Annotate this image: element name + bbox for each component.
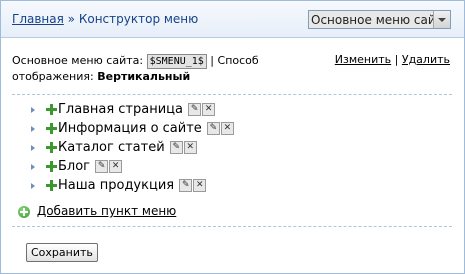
- menu-code: $SMENU_1$: [146, 54, 207, 69]
- menu-builder-panel: Главная » Конструктор меню Основное меню…: [0, 0, 465, 274]
- edit-icon[interactable]: ✎: [188, 103, 202, 116]
- add-child-icon[interactable]: [46, 104, 57, 115]
- actions-separator: |: [394, 53, 399, 66]
- panel-header: Главная » Конструктор меню Основное меню…: [1, 1, 464, 38]
- delete-icon[interactable]: ✕: [109, 160, 123, 173]
- breadcrumb-separator: »: [67, 12, 76, 26]
- divider-top: [12, 94, 452, 95]
- edit-icon[interactable]: ✎: [179, 179, 193, 192]
- tree-item-label[interactable]: Информация о сайте: [58, 121, 202, 136]
- info-separator: |: [210, 54, 215, 67]
- chevron-down-icon[interactable]: [433, 11, 450, 28]
- delete-icon[interactable]: ✕: [183, 141, 197, 154]
- menu-label: Основное меню сайта:: [12, 54, 144, 67]
- add-circle-icon[interactable]: [18, 205, 30, 218]
- edit-icon[interactable]: ✎: [206, 122, 220, 135]
- divider-bottom: [12, 226, 452, 227]
- expand-arrow-icon[interactable]: [31, 126, 35, 132]
- breadcrumb: Главная » Конструктор меню: [12, 12, 198, 26]
- breadcrumb-current: Конструктор меню: [78, 12, 199, 26]
- expand-arrow-icon[interactable]: [31, 183, 35, 189]
- expand-arrow-icon[interactable]: [31, 145, 35, 151]
- add-child-icon[interactable]: [46, 180, 57, 191]
- add-menu-item[interactable]: Добавить пункт меню: [18, 204, 176, 218]
- expand-arrow-icon[interactable]: [31, 107, 35, 113]
- menu-actions: Изменить | Удалить: [335, 53, 450, 66]
- save-button[interactable]: Сохранить: [26, 243, 98, 262]
- delete-icon[interactable]: ✕: [202, 103, 216, 116]
- edit-link[interactable]: Изменить: [335, 53, 391, 66]
- tree-item-label[interactable]: Наша продукция: [58, 178, 174, 193]
- breadcrumb-home-link[interactable]: Главная: [12, 12, 64, 26]
- delete-icon[interactable]: ✕: [220, 122, 234, 135]
- delete-icon[interactable]: ✕: [193, 179, 207, 192]
- tree-item-label[interactable]: Главная страница: [58, 102, 183, 117]
- edit-icon[interactable]: ✎: [95, 160, 109, 173]
- menu-select-value: Основное меню сайта: [311, 13, 435, 27]
- display-mode-value: Вертикальный: [97, 70, 191, 83]
- tree-item-label[interactable]: Каталог статей: [58, 140, 165, 155]
- add-menu-item-link[interactable]: Добавить пункт меню: [37, 204, 176, 218]
- expand-arrow-icon[interactable]: [31, 164, 35, 170]
- menu-select[interactable]: Основное меню сайта: [308, 10, 451, 29]
- menu-info: Основное меню сайта: $SMENU_1$ | Способ …: [12, 53, 302, 84]
- add-child-icon[interactable]: [46, 142, 57, 153]
- add-child-icon[interactable]: [46, 123, 57, 134]
- edit-icon[interactable]: ✎: [169, 141, 183, 154]
- tree-item-label[interactable]: Блог: [58, 159, 90, 174]
- add-child-icon[interactable]: [46, 161, 57, 172]
- delete-link[interactable]: Удалить: [402, 53, 450, 66]
